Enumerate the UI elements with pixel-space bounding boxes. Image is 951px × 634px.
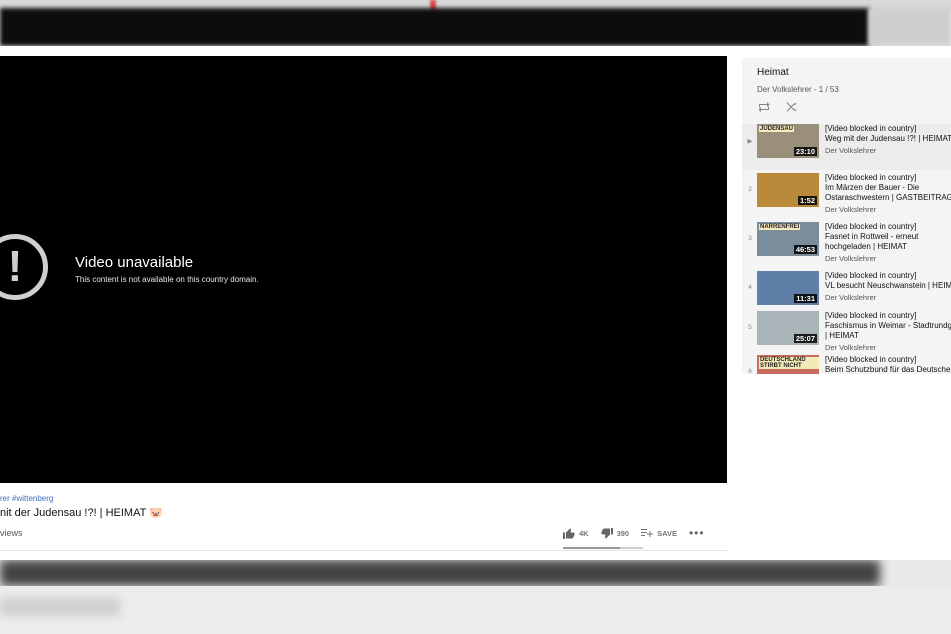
playlist-item-status: [Video blocked in country]: [825, 173, 917, 182]
playlist-item-index: ▶: [747, 138, 753, 145]
playlist-item-title: Im Märzen der Bauer - Die: [825, 183, 920, 192]
playlist-item-title: Weg mit der Judensau !?! | HEIMAT: [825, 134, 951, 143]
duration-badge: 1:52: [797, 196, 817, 205]
video-player[interactable]: ! Video unavailable This content is not …: [0, 56, 727, 483]
save-button[interactable]: SAVE: [641, 528, 677, 538]
playlist-title[interactable]: Heimat: [757, 67, 789, 78]
duration-badge: 25:07: [793, 334, 817, 343]
playlist-item[interactable]: 2 1:52 [Video blocked in country] Im Märzen…: [742, 173, 951, 219]
playlist-item-index: 3: [748, 235, 752, 242]
video-thumbnail[interactable]: 1:52: [757, 173, 819, 207]
blurred-header-right: [868, 8, 951, 46]
shuffle-button[interactable]: [786, 102, 798, 112]
playlist-channel[interactable]: Der Volkslehrer: [757, 85, 812, 94]
error-title: Video unavailable: [75, 254, 194, 271]
thumbs-up-icon: [563, 528, 575, 539]
thumbnail-text: DEUTSCHLAND STIRBT NICHT: [759, 357, 819, 369]
playlist-item[interactable]: 6 DEUTSCHLAND STIRBT NICHT [Video blocked …: [742, 355, 951, 374]
playlist-item-title: VL besucht Neuschwanstein | HEIMAT: [825, 281, 951, 290]
duration-badge: 11:31: [794, 294, 817, 303]
dislike-button[interactable]: 390: [600, 527, 630, 539]
playlist-item-text: [Video blocked in country] Im Märzen der …: [825, 173, 951, 215]
playlist-item-channel: Der Volkslehrer: [825, 254, 877, 263]
playlist-item-index: 6: [748, 368, 752, 374]
dislike-count: 390: [616, 528, 630, 538]
video-hashtags[interactable]: rer #wittenberg: [0, 494, 53, 503]
playlist-item-text: [Video blocked in country] Weg mit der Ju…: [825, 124, 951, 156]
view-count: views: [0, 528, 23, 538]
playlist-controls: [758, 102, 814, 112]
playlist-item-channel: Der Volkslehrer: [825, 343, 877, 352]
divider: [0, 550, 727, 551]
duration-badge: 23:10: [793, 147, 817, 156]
playlist-item-channel: Der Volkslehrer: [825, 293, 877, 302]
playlist-subtitle: Der Volkslehrer - 1 / 53: [757, 85, 839, 94]
loop-icon: [758, 102, 770, 112]
playlist-item-title-cont: hochgeladen | HEIMAT: [825, 242, 907, 251]
playlist-item-index: 5: [748, 324, 752, 331]
playlist-item[interactable]: ▶ JUDENSAU 23:10 [Video blocked in country]…: [742, 124, 951, 170]
playlist-add-icon: [641, 529, 654, 537]
playlist-item-status: [Video blocked in country]: [825, 271, 917, 280]
thumbnail-text: JUDENSAU: [759, 126, 795, 132]
playlist-item-text: [Video blocked in country] Faschismus in …: [825, 311, 951, 353]
playlist-item-title-cont: | HEIMAT: [825, 331, 859, 340]
playlist-item-index: 4: [748, 284, 752, 291]
video-thumbnail[interactable]: JUDENSAU 23:10: [757, 124, 819, 158]
more-actions-button[interactable]: •••: [689, 526, 705, 540]
sentiment-bar: [563, 547, 643, 549]
playlist-item-channel: Der Volkslehrer: [825, 205, 877, 214]
playlist-panel: Heimat Der Volkslehrer - 1 / 53 ▶ JUDENSA…: [742, 58, 951, 374]
blurred-background-bottom: [0, 586, 951, 634]
playlist-item-text: [Video blocked in country] VL besucht Neu…: [825, 271, 951, 303]
playlist-position: - 1 / 53: [811, 85, 839, 94]
playlist-item-status: [Video blocked in country]: [825, 311, 917, 320]
playlist-item-text: [Video blocked in country] Fasnet in Rott…: [825, 222, 951, 264]
blurred-header-bar: [0, 8, 870, 46]
playlist-item-status: [Video blocked in country]: [825, 124, 917, 133]
playlist-item-channel: Der Volkslehrer: [825, 146, 877, 155]
video-thumbnail[interactable]: NARRENFREI 46:53: [757, 222, 819, 256]
playlist-item-text: [Video blocked in country] Beim Schutzbun…: [825, 355, 951, 374]
duration-badge: 46:53: [793, 245, 817, 254]
playlist-item[interactable]: 5 25:07 [Video blocked in country] Faschism…: [742, 311, 951, 357]
playlist-item-index: 2: [748, 186, 752, 193]
thumbnail-text: NARRENFREI: [759, 224, 801, 230]
blurred-bottom-blob: [0, 598, 120, 616]
video-title: nit der Judensau !?! | HEIMAT 🐷: [0, 507, 163, 519]
playlist-item-status: [Video blocked in country]: [825, 355, 917, 364]
like-button[interactable]: 4K: [563, 528, 589, 539]
playlist-item-title: Beim Schutzbund für das Deutsche Volk: [825, 365, 951, 374]
watch-page: ! Video unavailable This content is not …: [0, 46, 951, 560]
video-thumbnail[interactable]: 25:07: [757, 311, 819, 345]
playlist-item-title-cont: Ostaraschwestern | GASTBEITRAG: [825, 193, 951, 202]
thumbs-down-icon: [600, 527, 613, 538]
blurred-bottom-shadow: [0, 560, 880, 586]
video-thumbnail[interactable]: DEUTSCHLAND STIRBT NICHT: [757, 355, 819, 374]
video-actions: 4K 390 SAVE •••: [563, 526, 717, 540]
exclamation-icon: !: [0, 234, 48, 300]
shuffle-icon: [786, 102, 797, 112]
playlist-item-title: Faschismus in Weimar - Stadtrundgang: [825, 321, 951, 330]
video-thumbnail[interactable]: 11:31: [757, 271, 819, 305]
loop-button[interactable]: [758, 102, 770, 112]
playlist-item-status: [Video blocked in country]: [825, 222, 917, 231]
save-label: SAVE: [657, 528, 677, 538]
playlist-item[interactable]: 3 NARRENFREI 46:53 [Video blocked in countr…: [742, 222, 951, 268]
error-message: This content is not available on this co…: [75, 275, 259, 284]
sentiment-bar-fill: [563, 547, 620, 549]
like-count: 4K: [579, 528, 589, 538]
playlist-item-title: Fasnet in Rottweil - erneut: [825, 232, 919, 241]
